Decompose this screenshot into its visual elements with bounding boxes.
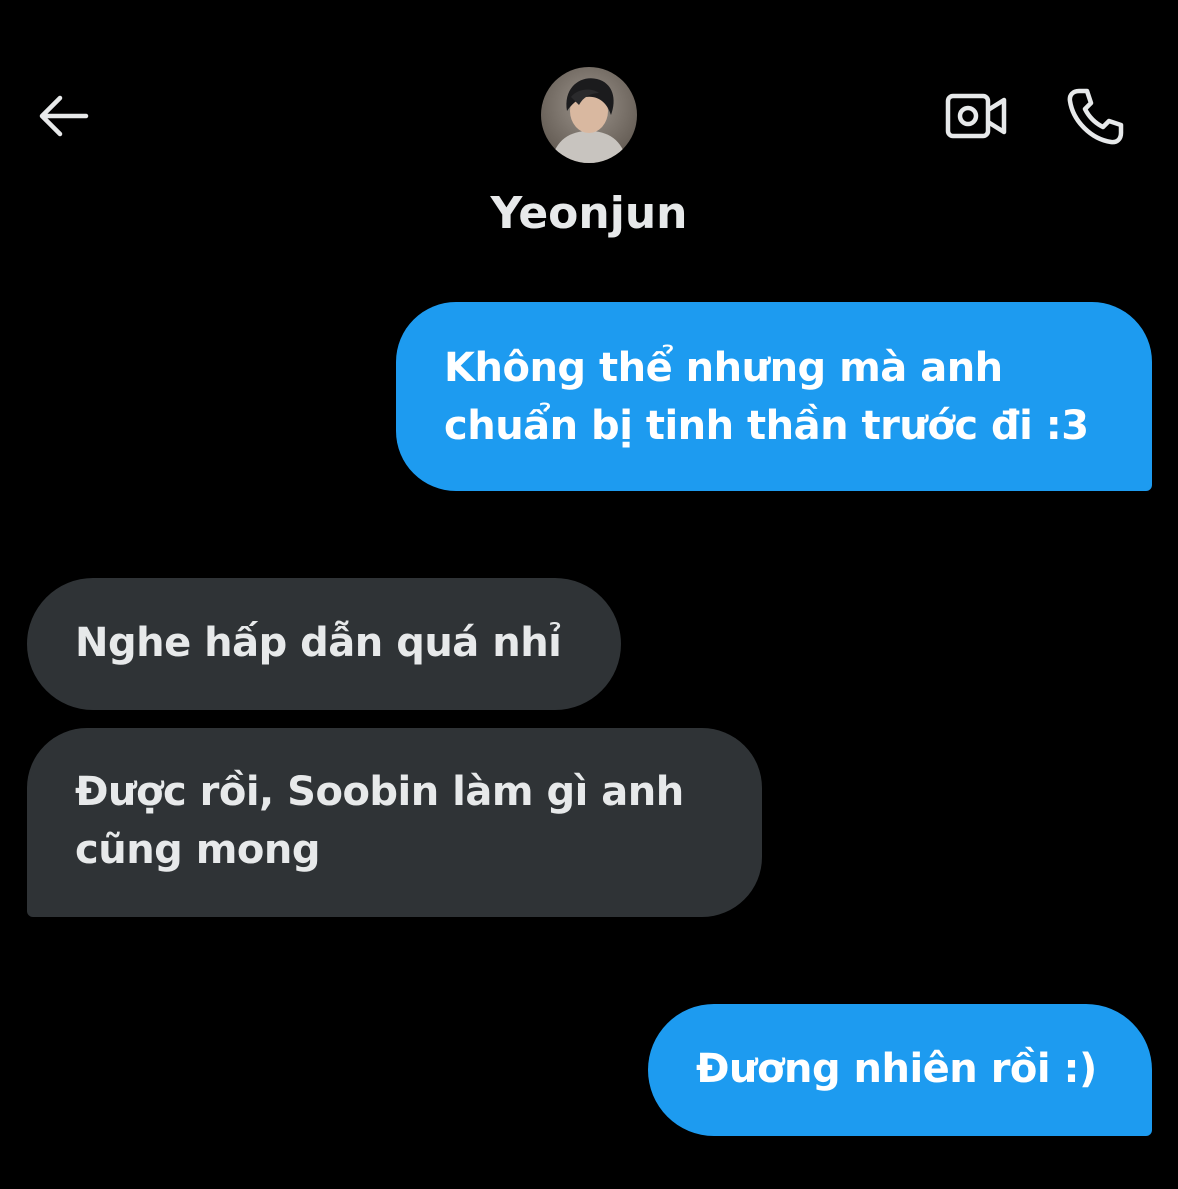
message-bubble-sent[interactable]: Đương nhiên rồi :): [648, 1004, 1152, 1136]
phone-icon: [1067, 88, 1124, 145]
avatar[interactable]: [541, 67, 637, 163]
video-call-button[interactable]: [938, 84, 1014, 148]
message-bubble-received[interactable]: Nghe hấp dẫn quá nhỉ: [27, 578, 621, 710]
video-camera-icon: [945, 93, 1007, 139]
arrow-left-icon: [39, 95, 89, 137]
message-bubble-received[interactable]: Được rồi, Soobin làm gì anh cũng mong: [27, 728, 762, 917]
voice-call-button[interactable]: [1058, 80, 1130, 152]
back-button[interactable]: [30, 88, 94, 144]
profile-photo: [541, 67, 637, 163]
message-bubble-sent[interactable]: Không thể nhưng mà anh chuẩn bị tinh thầ…: [396, 302, 1152, 491]
contact-name[interactable]: Yeonjun: [389, 186, 789, 242]
